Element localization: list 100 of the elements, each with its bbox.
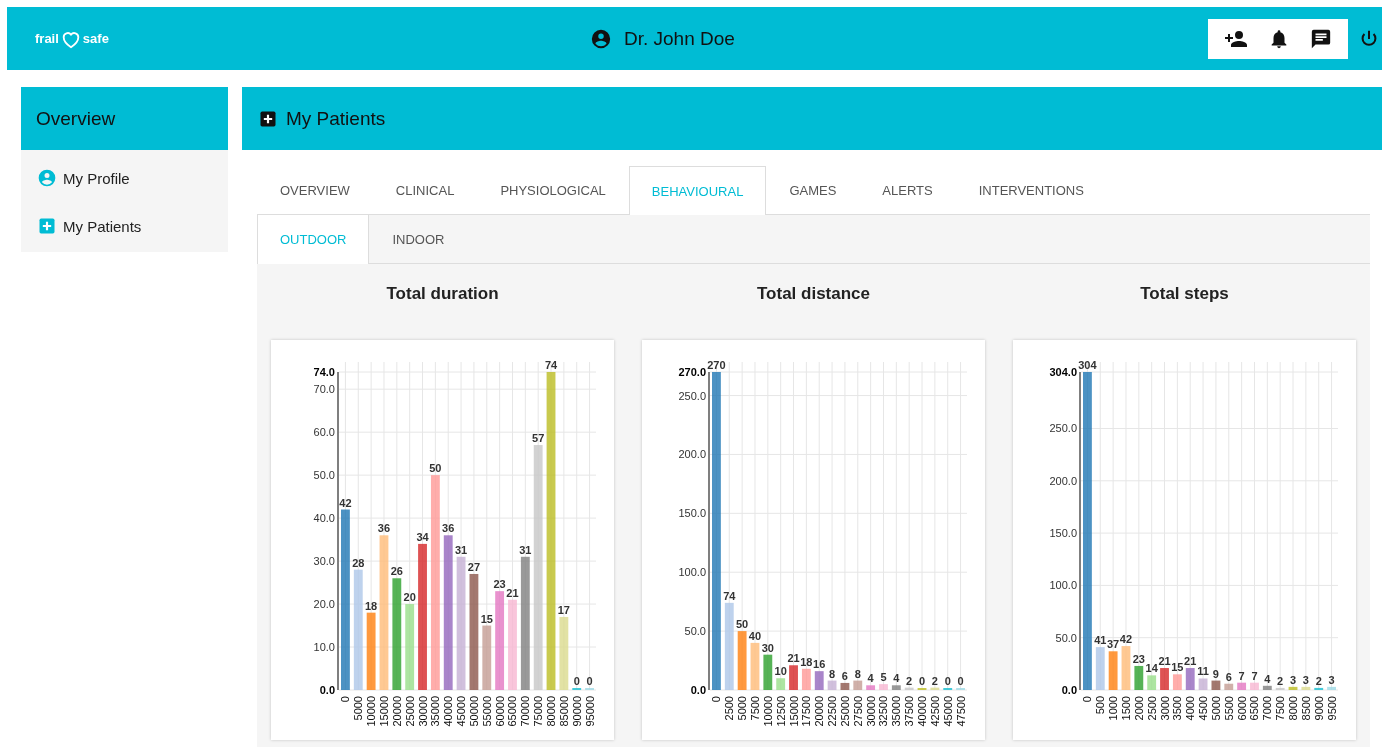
data-label: 37	[1107, 638, 1120, 651]
data-label: 36	[442, 522, 455, 535]
axis-tick-label: 100.0	[678, 566, 706, 579]
axis-tick-label: 55000	[480, 696, 493, 727]
data-label: 4	[1264, 672, 1271, 685]
axis-tick-label: 6500	[1248, 696, 1261, 721]
axis-tick-label: 65000	[506, 696, 519, 727]
axis-tick-label: 2500	[1145, 696, 1158, 721]
axis-tick-label: 30000	[416, 696, 429, 727]
sidebar-item[interactable]: My Patients	[21, 202, 228, 250]
axis-tick-label: 7500	[1274, 696, 1287, 721]
axis-tick-label: 90000	[570, 696, 583, 727]
data-label: 36	[377, 522, 391, 535]
panel-title: My Patients	[286, 107, 386, 130]
data-label: 11	[1197, 665, 1209, 678]
axis-tick-label: 9500	[1325, 696, 1338, 721]
axis-tick-label: 60000	[493, 696, 506, 727]
axis-tick-label: 7500	[748, 696, 761, 721]
tab[interactable]: PHYSIOLOGICAL	[477, 166, 629, 214]
sub-tab[interactable]: INDOOR	[369, 215, 468, 263]
tab[interactable]: ALERTS	[859, 166, 956, 214]
data-label: 270	[707, 359, 726, 371]
axis-tick-label: 75000	[532, 696, 545, 727]
data-label: 3	[1289, 673, 1297, 686]
axis-tick-label: 40000	[442, 696, 455, 727]
data-label: 7	[1238, 669, 1245, 682]
axis-tick-label: 35000	[429, 696, 442, 727]
chart-title: Total duration	[386, 284, 499, 305]
data-label: 21	[1184, 655, 1197, 668]
axis-tick-label: 1000	[1107, 696, 1120, 721]
data-label: 23	[1132, 652, 1145, 665]
axis-tick-label: 70000	[519, 696, 532, 727]
data-label: 2	[1315, 674, 1322, 687]
axis-tick-label: 45000	[455, 696, 468, 727]
axis-tick-label: 100.0	[1049, 579, 1077, 592]
axis-tick-label: 47500	[954, 696, 967, 727]
data-label: 10	[774, 665, 787, 678]
axis-tick-label: 30.0	[313, 555, 335, 568]
axis-tick-label: 0	[339, 696, 352, 703]
axis-tick-label: 60.0	[313, 426, 335, 439]
data-label: 41	[1094, 634, 1107, 647]
data-label: 15	[480, 612, 493, 625]
data-label: 15	[1171, 661, 1184, 674]
axis-tick-label: 42500	[928, 696, 941, 727]
sidebar-item[interactable]: My Profile	[21, 154, 228, 202]
data-label: 6	[841, 669, 848, 682]
axis-tick-label: 5000	[352, 696, 365, 721]
axis-tick-label: 8500	[1299, 696, 1312, 721]
axis-tick-label: 74.0	[313, 366, 335, 378]
data-label: 4	[893, 672, 900, 685]
axis-tick-label: 40.0	[313, 512, 335, 525]
data-label: 2	[906, 674, 913, 687]
data-label: 7	[1251, 669, 1258, 682]
data-label: 0	[573, 675, 580, 687]
axis-tick-label: 10000	[365, 696, 378, 727]
tab[interactable]: OVERVIEW	[257, 166, 373, 214]
data-label: 42	[339, 496, 352, 509]
axis-tick-label: 3500	[1171, 696, 1184, 721]
axis-tick-label: 1500	[1119, 696, 1132, 721]
data-label: 42	[1119, 633, 1133, 646]
data-label: 8	[829, 667, 836, 680]
data-label: 21	[1158, 655, 1171, 668]
data-label: 304	[1078, 359, 1097, 371]
tab[interactable]: GAMES	[766, 166, 860, 214]
tab[interactable]: CLINICAL	[372, 166, 478, 214]
data-label: 16	[813, 658, 826, 671]
axis-tick-label: 25000	[838, 696, 851, 727]
axis-tick-label: 304.0	[1049, 366, 1077, 378]
axis-tick-label: 20000	[390, 696, 403, 727]
axis-tick-label: 35000	[890, 696, 903, 727]
data-label: 8	[854, 667, 861, 680]
axis-tick-label: 6000	[1235, 696, 1248, 721]
logo-text: frail	[35, 31, 59, 46]
axis-tick-label: 4000	[1184, 696, 1197, 721]
data-label: 0	[586, 675, 593, 687]
axis-tick-label: 9000	[1312, 696, 1325, 721]
axis-tick-label: 2000	[1132, 696, 1145, 721]
axis-tick-label: 15000	[787, 696, 800, 727]
data-label: 23	[493, 578, 506, 591]
axis-tick-label: 500	[1094, 696, 1107, 715]
sidebar-title: Overview	[36, 107, 116, 130]
axis-tick-label: 50.0	[1055, 631, 1077, 644]
axis-tick-label: 0	[1081, 696, 1094, 703]
data-label: 14	[1145, 662, 1158, 675]
data-label: 5	[880, 671, 887, 684]
axis-tick-label: 45000	[941, 696, 954, 727]
data-label: 3	[1328, 673, 1335, 686]
axis-tick-label: 30000	[864, 696, 877, 727]
data-label: 4	[867, 672, 874, 685]
axis-tick-label: 250.0	[678, 389, 706, 402]
account-icon	[37, 168, 57, 188]
axis-tick-label: 5000	[1209, 696, 1222, 721]
tab[interactable]: INTERVENTIONS	[955, 166, 1107, 214]
data-label: 57	[532, 432, 545, 445]
axis-tick-label: 37500	[903, 696, 916, 727]
axis-tick-label: 200.0	[1049, 474, 1077, 487]
data-label: 21	[787, 652, 800, 665]
axis-tick-label: 15000	[378, 696, 390, 727]
chart-title: Total steps	[1140, 284, 1229, 305]
account-icon	[590, 27, 612, 50]
